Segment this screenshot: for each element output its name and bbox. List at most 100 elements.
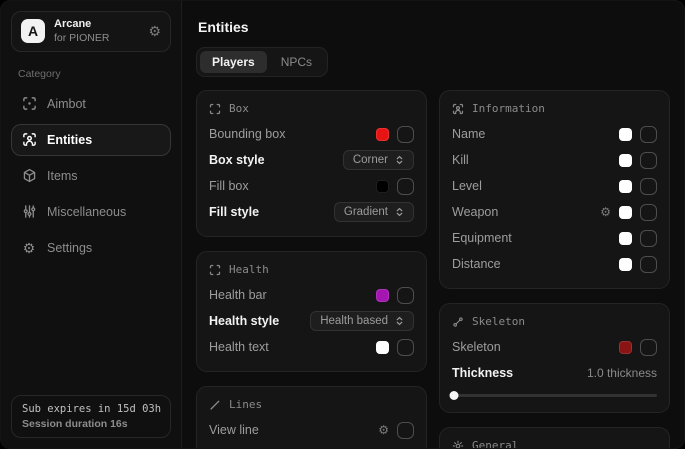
- checkbox[interactable]: [397, 178, 414, 195]
- thickness-value: 1.0 thickness: [587, 366, 657, 380]
- app-window: A Arcane for PIONER ⚙ Category Aimbot: [0, 0, 685, 449]
- setting-label: Health style: [209, 314, 279, 328]
- setting-label: Bounding box: [209, 127, 285, 141]
- person-scan-icon: [21, 132, 37, 148]
- sun-icon: [452, 440, 464, 449]
- checkbox[interactable]: [397, 448, 414, 449]
- checkbox[interactable]: [640, 256, 657, 273]
- sidebar-item-label: Entities: [47, 133, 92, 147]
- color-swatch[interactable]: [376, 341, 389, 354]
- subscription-info-card: Sub expires in 15d 03h Session duration …: [11, 395, 171, 438]
- cube-icon: [21, 168, 37, 184]
- unfold-icon: [395, 207, 404, 217]
- sidebar-item-aimbot[interactable]: Aimbot: [11, 88, 171, 120]
- setting-row-level: Level: [452, 173, 657, 199]
- slider-track[interactable]: [452, 394, 657, 397]
- left-column: Box Bounding box Box style Corne: [196, 90, 427, 448]
- checkbox[interactable]: [640, 178, 657, 195]
- corners-icon: [209, 264, 221, 276]
- brand-text: Arcane for PIONER: [54, 18, 109, 45]
- tab-npcs[interactable]: NPCs: [269, 51, 324, 73]
- app-subtitle: for PIONER: [54, 32, 109, 45]
- setting-label: Thickness: [452, 366, 513, 380]
- tab-players[interactable]: Players: [200, 51, 267, 73]
- crosshair-icon: [21, 96, 37, 112]
- setting-label: Equipment: [452, 231, 512, 245]
- setting-row-view-line: View line ⚙: [209, 417, 414, 443]
- dropdown-value: Corner: [353, 154, 388, 166]
- color-swatch[interactable]: [376, 128, 389, 141]
- checkbox[interactable]: [640, 126, 657, 143]
- sidebar-item-label: Items: [47, 169, 78, 183]
- app-logo: A: [21, 19, 45, 43]
- brand-settings-icon[interactable]: ⚙: [148, 24, 161, 38]
- category-label: Category: [18, 68, 164, 80]
- dropdown-value: Health based: [320, 315, 388, 327]
- slider-handle[interactable]: [450, 391, 459, 400]
- health-style-dropdown[interactable]: Health based: [310, 311, 414, 331]
- panel-skeleton-header: Skeleton: [452, 315, 657, 328]
- sidebar-item-items[interactable]: Items: [11, 160, 171, 192]
- setting-label: Health text: [209, 340, 269, 354]
- setting-row-box-style: Box style Corner: [209, 147, 414, 173]
- unfold-icon: [395, 316, 404, 326]
- checkbox[interactable]: [640, 152, 657, 169]
- panel-health: Health Health bar Health style H: [196, 251, 427, 372]
- color-swatch[interactable]: [376, 180, 389, 193]
- checkbox[interactable]: [397, 287, 414, 304]
- setting-row-distance: Distance: [452, 251, 657, 277]
- panel-box-header: Box: [209, 102, 414, 115]
- sidebar-item-label: Settings: [47, 241, 92, 255]
- panel-title-text: Lines: [229, 398, 262, 411]
- fill-style-dropdown[interactable]: Gradient: [334, 202, 414, 222]
- panel-title-text: General: [472, 439, 518, 448]
- sliders-icon: [21, 204, 37, 220]
- setting-row-health-text: Health text: [209, 334, 414, 360]
- setting-row-kill: Kill: [452, 147, 657, 173]
- sidebar-nav: Aimbot Entities: [11, 88, 171, 264]
- color-swatch[interactable]: [619, 180, 632, 193]
- sidebar-item-settings[interactable]: ⚙ Settings: [11, 232, 171, 264]
- setting-row-name: Name: [452, 121, 657, 147]
- thickness-slider[interactable]: [452, 389, 657, 401]
- color-swatch[interactable]: [619, 232, 632, 245]
- checkbox[interactable]: [640, 204, 657, 221]
- color-swatch[interactable]: [619, 154, 632, 167]
- panel-lines-header: Lines: [209, 398, 414, 411]
- setting-row-equipment: Equipment: [452, 225, 657, 251]
- panel-title-text: Box: [229, 102, 249, 115]
- color-swatch[interactable]: [376, 289, 389, 302]
- panel-columns: Box Bounding box Box style Corne: [196, 90, 670, 448]
- sidebar-item-entities[interactable]: Entities: [11, 124, 171, 156]
- setting-row-fill-style: Fill style Gradient: [209, 199, 414, 225]
- gear-icon: ⚙: [21, 240, 37, 256]
- setting-row-skeleton: Skeleton: [452, 334, 657, 360]
- setting-label: Health bar: [209, 288, 267, 302]
- sub-expires-text: Sub expires in 15d 03h: [22, 403, 160, 415]
- sidebar-item-label: Aimbot: [47, 97, 86, 111]
- checkbox[interactable]: [397, 339, 414, 356]
- color-swatch[interactable]: [619, 258, 632, 271]
- checkbox[interactable]: [397, 422, 414, 439]
- checkbox[interactable]: [640, 339, 657, 356]
- setting-label: Fill box: [209, 179, 249, 193]
- color-swatch[interactable]: [619, 341, 632, 354]
- right-column: Information Name Kill: [439, 90, 670, 448]
- gear-icon[interactable]: ⚙: [600, 206, 611, 218]
- bone-icon: [452, 316, 464, 328]
- setting-label: Level: [452, 179, 482, 193]
- checkbox[interactable]: [397, 126, 414, 143]
- setting-label: View line: [209, 423, 259, 437]
- setting-label: Skeleton: [452, 340, 501, 354]
- color-swatch[interactable]: [619, 128, 632, 141]
- color-swatch[interactable]: [619, 206, 632, 219]
- box-style-dropdown[interactable]: Corner: [343, 150, 414, 170]
- sidebar-item-miscellaneous[interactable]: Miscellaneous: [11, 196, 171, 228]
- panel-lines: Lines View line ⚙ Line to enemy ⚙: [196, 386, 427, 448]
- panel-general: General Visibility check ⚙ Max distance …: [439, 427, 670, 448]
- sidebar: A Arcane for PIONER ⚙ Category Aimbot: [1, 1, 182, 448]
- gear-icon[interactable]: ⚙: [378, 424, 389, 436]
- setting-label: Name: [452, 127, 485, 141]
- panel-title-text: Skeleton: [472, 315, 525, 328]
- checkbox[interactable]: [640, 230, 657, 247]
